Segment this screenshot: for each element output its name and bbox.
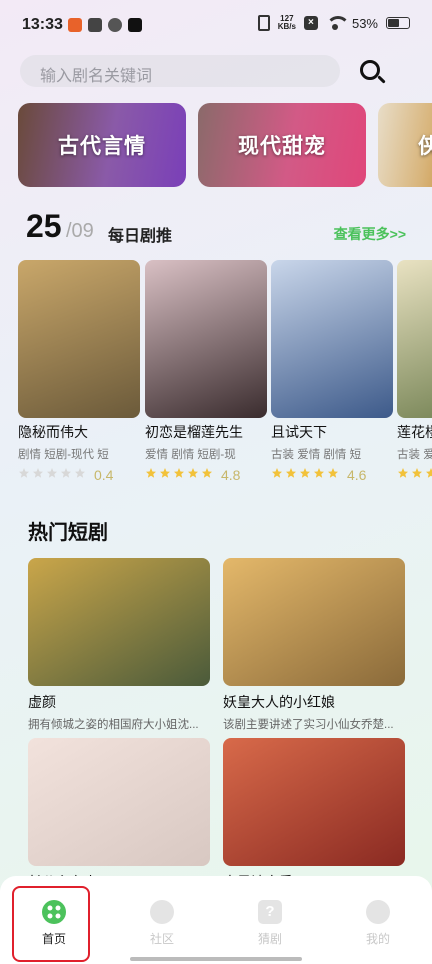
genre-tile-wuxia[interactable]: 侠: [378, 103, 432, 187]
drama-rating: 4.8: [145, 466, 267, 484]
star-icon: [411, 466, 423, 484]
drama-score: 4.8: [221, 467, 241, 483]
star-icon: [60, 466, 72, 484]
drama-card[interactable]: 隐秘而伟大 剧情 短剧-现代 短 0.4: [18, 260, 140, 484]
drama-poster: [145, 260, 267, 418]
app-notification-icon: [68, 18, 82, 32]
star-icon: [425, 466, 432, 484]
guess-icon: ?: [258, 900, 282, 924]
tab-profile[interactable]: 我的: [324, 876, 432, 960]
tab-guess[interactable]: ? 猜剧: [216, 876, 324, 960]
drama-tags: 剧情 短剧-现代 短: [18, 449, 109, 461]
star-icon: [74, 466, 86, 484]
wifi-icon: [325, 16, 350, 30]
speed-unit: KB/s: [277, 22, 296, 31]
drama-title: 初恋是榴莲先生: [145, 424, 243, 440]
star-icon: [327, 466, 339, 484]
hot-drama-poster: [223, 558, 405, 686]
drama-poster: [271, 260, 393, 418]
star-icon: [271, 466, 283, 484]
drama-tags: 古装 爱情 剧情 短: [271, 449, 362, 461]
status-right: 127 KB/s × 53%: [257, 15, 410, 31]
genre-label: 侠: [418, 135, 432, 158]
battery-icon: [386, 17, 410, 29]
drama-card[interactable]: 莲花楼 古装 爱: [397, 260, 432, 484]
daily-month: /09: [66, 220, 94, 242]
drama-card[interactable]: 初恋是榴莲先生 爱情 剧情 短剧-现 4.8: [145, 260, 267, 484]
drama-tags: 古装 爱: [397, 449, 432, 461]
sim-icon: ×: [303, 16, 318, 30]
genre-label: 现代甜宠: [238, 135, 326, 158]
battery-percent: 53%: [351, 15, 378, 31]
star-icon: [46, 466, 58, 484]
drama-score: 0.4: [94, 467, 114, 483]
mail-notification-icon: [88, 18, 102, 32]
drama-title: 且试天下: [271, 424, 327, 440]
star-icon: [313, 466, 325, 484]
hot-drama-title: 妖皇大人的小红娘: [223, 694, 335, 710]
star-icon: [285, 466, 297, 484]
genre-carousel[interactable]: 古代言情 现代甜宠 侠: [18, 103, 432, 189]
genre-tile-modern-sweet[interactable]: 现代甜宠: [198, 103, 366, 187]
hot-drama-card[interactable]: 夫君请自重: [223, 738, 405, 892]
drama-poster: [397, 260, 432, 418]
hot-drama-card[interactable]: 妖皇大人的小红娘 该剧主要讲述了实习小仙女乔楚...: [223, 558, 405, 732]
star-icon: [145, 466, 157, 484]
hot-drama-desc: 拥有倾城之姿的相国府大小姐沈...: [28, 719, 199, 731]
hot-drama-poster: [223, 738, 405, 866]
see-more-link[interactable]: 查看更多>>: [334, 224, 406, 244]
daily-title: 每日剧推: [108, 228, 173, 245]
hot-drama-title: 虚颜: [28, 694, 56, 710]
search-placeholder: 输入剧名关键词: [40, 68, 153, 85]
daily-day: 25: [26, 208, 62, 244]
genre-label: 古代言情: [58, 135, 146, 158]
hot-drama-poster: [28, 738, 210, 866]
hot-drama-desc: 该剧主要讲述了实习小仙女乔楚...: [223, 719, 394, 731]
tab-community[interactable]: 社区: [108, 876, 216, 960]
tab-label: 我的: [365, 932, 390, 946]
tab-label: 社区: [149, 932, 174, 946]
link-notification-icon: [108, 18, 122, 32]
hot-section-title: 热门短剧: [28, 522, 108, 544]
daily-drama-list[interactable]: 隐秘而伟大 剧情 短剧-现代 短 0.4 初恋是榴莲先生 爱情 剧情 短剧-现 …: [18, 260, 432, 490]
hot-drama-poster: [28, 558, 210, 686]
star-icon: [397, 466, 409, 484]
search-button[interactable]: [356, 56, 390, 90]
daily-header: 25 /09 每日剧推 查看更多>>: [26, 208, 412, 248]
tab-label: 猜剧: [257, 932, 282, 946]
star-icon: [173, 466, 185, 484]
drama-rating: 0.4: [18, 466, 140, 484]
star-icon: [159, 466, 171, 484]
star-icon: [201, 466, 213, 484]
selected-tab-highlight: [12, 886, 90, 962]
star-icon: [32, 466, 44, 484]
drama-rating: 4.6: [271, 466, 393, 484]
hot-drama-card[interactable]: 长公主在上: [28, 738, 210, 892]
drama-poster: [18, 260, 140, 418]
status-bar: 13:33 127 KB/s × 53%: [0, 0, 432, 50]
drama-title: 隐秘而伟大: [18, 424, 88, 440]
drama-score: 4.6: [347, 467, 367, 483]
drama-title: 莲花楼: [397, 424, 432, 440]
drama-card[interactable]: 且试天下 古装 爱情 剧情 短 4.6: [271, 260, 393, 484]
star-icon: [187, 466, 199, 484]
home-indicator[interactable]: [130, 957, 302, 961]
notification-icons: [68, 18, 142, 32]
profile-icon: [366, 900, 390, 924]
genre-tile-ancient-romance[interactable]: 古代言情: [18, 103, 186, 187]
community-icon: [150, 900, 174, 924]
drama-tags: 爱情 剧情 短剧-现: [145, 449, 236, 461]
tiktok-notification-icon: [128, 18, 142, 32]
drama-rating: [397, 466, 432, 484]
search-input[interactable]: 输入剧名关键词: [20, 55, 340, 87]
hot-drama-card[interactable]: 虚颜 拥有倾城之姿的相国府大小姐沈...: [28, 558, 210, 732]
star-icon: [299, 466, 311, 484]
status-time: 13:33: [22, 16, 63, 33]
vibrate-icon: [257, 15, 270, 31]
star-icon: [18, 466, 30, 484]
network-speed: 127 KB/s: [278, 15, 296, 31]
